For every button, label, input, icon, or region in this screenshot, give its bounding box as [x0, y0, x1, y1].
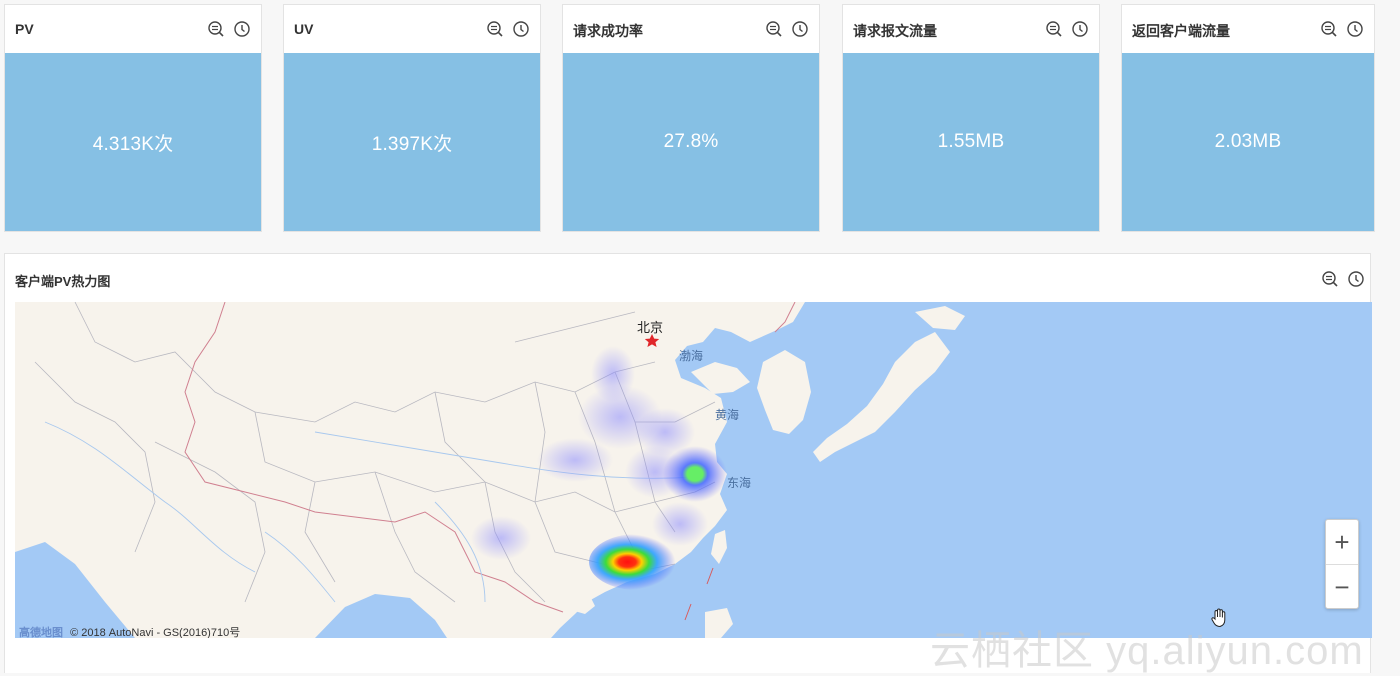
query-icon[interactable] — [765, 20, 783, 38]
query-icon[interactable] — [1320, 20, 1338, 38]
heat-guangdong — [589, 534, 685, 590]
heatmap-panel: 客户端PV热力图 北京 渤海 黄海 东海 + − 高德地图 © 2018 Aut… — [4, 253, 1372, 673]
clock-icon[interactable] — [1347, 270, 1365, 288]
query-icon[interactable] — [1045, 20, 1063, 38]
clock-icon[interactable] — [512, 20, 530, 38]
query-icon[interactable] — [486, 20, 504, 38]
pv-card: PV 4.313K次 — [4, 4, 262, 232]
response-traffic-card: 返回客户端流量 2.03MB — [1121, 4, 1375, 232]
amap-logo: 高德地图 — [19, 627, 63, 638]
watermark: 云栖社区 yq.aliyun.com — [930, 629, 1364, 673]
heat-hebei — [591, 346, 635, 402]
zoom-in-button[interactable]: + — [1326, 520, 1358, 564]
card-title: UV — [294, 21, 314, 37]
card-body: 1.397K次 — [284, 53, 540, 231]
heat-henan — [537, 438, 613, 482]
huanghai-label: 黄海 — [715, 408, 740, 422]
response-traffic-value: 2.03MB — [1214, 131, 1282, 152]
clock-icon[interactable] — [233, 20, 251, 38]
copyright-text: © 2018 AutoNavi - GS(2016)710号 — [70, 627, 241, 638]
beijing-label: 北京 — [637, 320, 664, 335]
card-body: 1.55MB — [843, 53, 1099, 231]
panel-title: 客户端PV热力图 — [15, 274, 111, 289]
pv-value: 4.313K次 — [92, 133, 174, 155]
map-attribution: 高德地图 © 2018 AutoNavi - GS(2016)710号 — [19, 624, 240, 638]
card-title: 请求报文流量 — [853, 23, 937, 39]
clock-icon[interactable] — [1071, 20, 1089, 38]
bohai-label: 渤海 — [679, 349, 704, 363]
card-title: 返回客户端流量 — [1132, 23, 1230, 39]
success-rate-card: 请求成功率 27.8% — [562, 4, 820, 232]
zoom-control: + − — [1325, 519, 1359, 609]
success-rate-value: 27.8% — [663, 131, 719, 152]
uv-card: UV 1.397K次 — [283, 4, 541, 232]
heatmap-map[interactable]: 北京 渤海 黄海 东海 + − 高德地图 © 2018 AutoNavi - G… — [15, 302, 1372, 638]
request-traffic-value: 1.55MB — [937, 131, 1005, 152]
card-title: PV — [15, 21, 34, 37]
query-icon[interactable] — [1321, 270, 1339, 288]
zoom-out-button[interactable]: − — [1326, 565, 1358, 609]
clock-icon[interactable] — [1346, 20, 1364, 38]
card-body: 4.313K次 — [5, 53, 261, 231]
card-title: 请求成功率 — [573, 23, 643, 39]
heat-shanghai — [663, 446, 727, 502]
donghai-label: 东海 — [727, 476, 752, 490]
request-traffic-card: 请求报文流量 1.55MB — [842, 4, 1100, 232]
clock-icon[interactable] — [791, 20, 809, 38]
card-body: 27.8% — [563, 53, 819, 231]
uv-value: 1.397K次 — [371, 133, 453, 155]
query-icon[interactable] — [207, 20, 225, 38]
heat-yunnan — [471, 516, 531, 560]
card-body: 2.03MB — [1122, 53, 1374, 231]
